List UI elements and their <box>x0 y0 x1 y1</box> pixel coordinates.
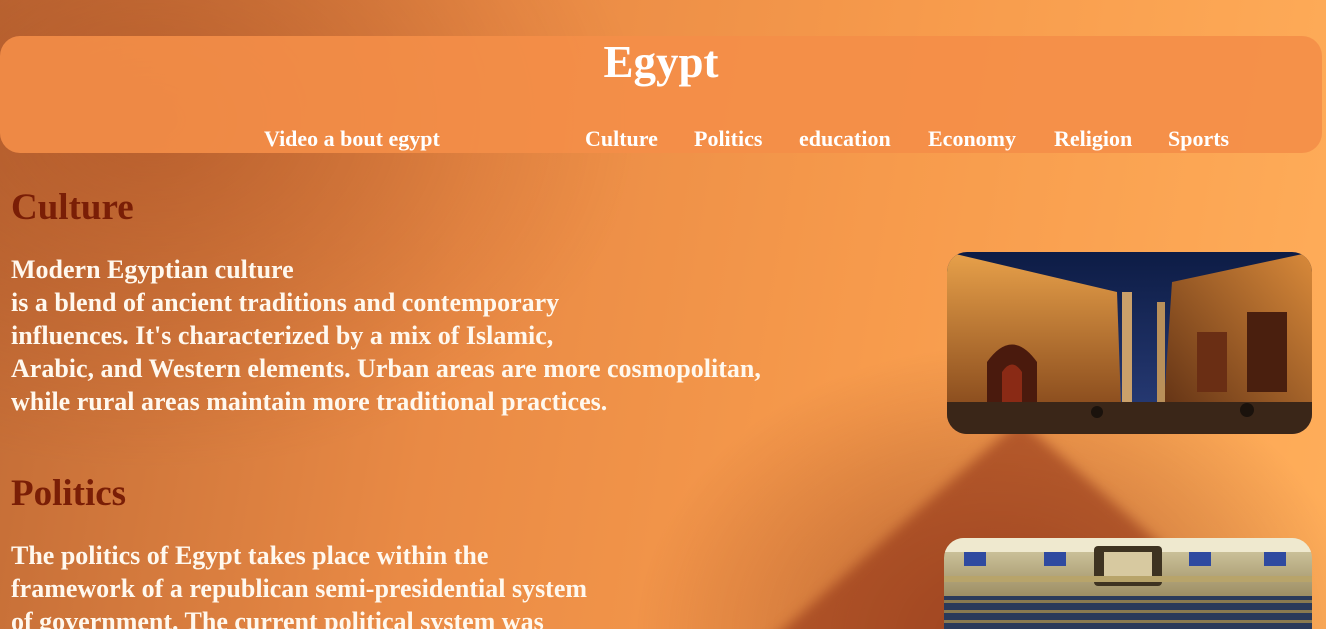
culture-text-line: Arabic, and Western elements. Urban area… <box>11 354 761 383</box>
nav-link-religion[interactable]: Religion <box>1054 126 1132 152</box>
politics-text-line: of government. The current political sys… <box>11 607 544 629</box>
culture-text-line: Modern Egyptian culture <box>11 255 294 284</box>
nav-link-education[interactable]: education <box>799 126 891 152</box>
politics-paragraph: The politics of Egypt takes place within… <box>11 539 587 629</box>
politics-heading: Politics <box>11 473 127 514</box>
culture-paragraph: Modern Egyptian culture is a blend of an… <box>11 253 761 418</box>
culture-text-line: while rural areas maintain more traditio… <box>11 387 608 416</box>
site-title: Egypt <box>603 37 719 87</box>
politics-text-line: The politics of Egypt takes place within… <box>11 541 489 570</box>
politics-text-line: framework of a republican semi-president… <box>11 574 588 603</box>
nav-link-culture[interactable]: Culture <box>585 126 658 152</box>
nav-link-politics[interactable]: Politics <box>694 126 762 152</box>
site-header: Egypt Video a bout egypt Culture Politic… <box>0 36 1322 153</box>
nav-link-sports[interactable]: Sports <box>1168 126 1229 152</box>
nav-link-economy[interactable]: Economy <box>928 126 1016 152</box>
culture-heading: Culture <box>11 187 134 228</box>
culture-photo <box>947 252 1312 434</box>
culture-text-line: is a blend of ancient traditions and con… <box>11 288 560 317</box>
culture-text-line: influences. It's characterized by a mix … <box>11 321 554 350</box>
nav-link-video[interactable]: Video a bout egypt <box>264 126 440 152</box>
politics-photo <box>944 538 1312 629</box>
